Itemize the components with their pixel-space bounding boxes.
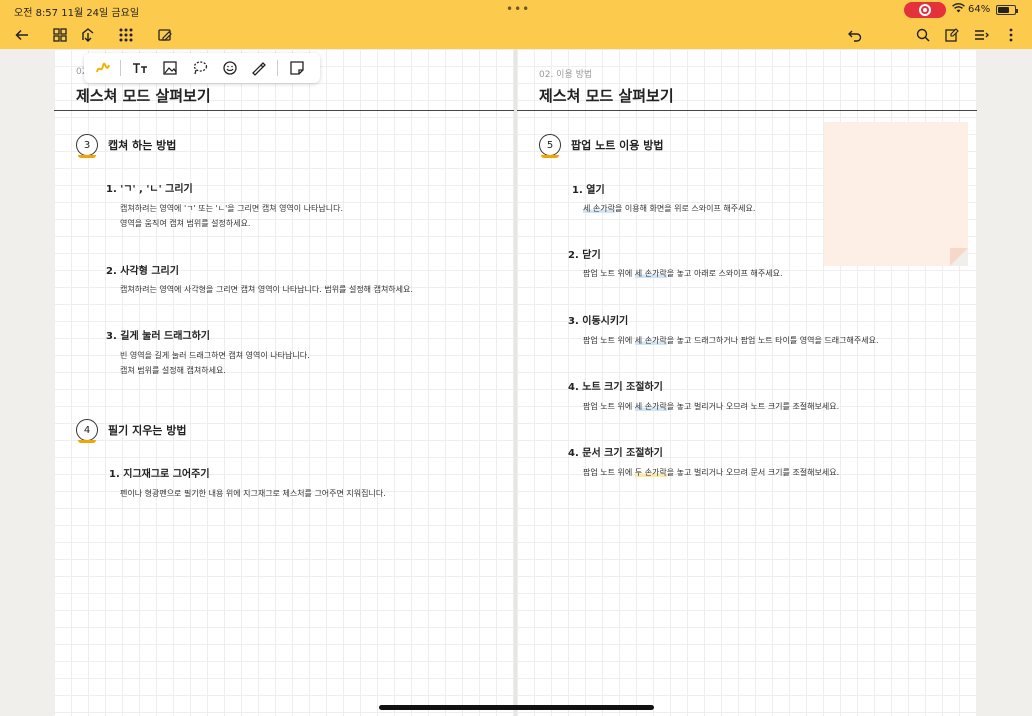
- back-icon[interactable]: [9, 20, 35, 49]
- subsection-title: 1. 'ㄱ' , 'ㄴ' 그리기: [106, 184, 193, 195]
- undo-icon[interactable]: [842, 20, 868, 49]
- title-divider: [517, 110, 977, 111]
- image-icon[interactable]: [160, 58, 180, 78]
- toolbar-divider: [120, 60, 121, 76]
- outline-icon[interactable]: [968, 20, 994, 49]
- title-divider: [54, 110, 514, 111]
- chapter-label: 02. 이용 방법: [539, 70, 593, 80]
- highlighter-icon[interactable]: [93, 58, 113, 78]
- section-title: 필기 지우는 방법: [108, 424, 187, 437]
- eraser-pen-icon[interactable]: [248, 58, 268, 78]
- highlighted-text: 세 손가락: [634, 269, 667, 278]
- subsection-desc: 팝업 노트 위에 세 손가락을 놓고 드래그하거나 팝업 노트 타이틀 영역을 …: [583, 336, 879, 345]
- sticky-note-fold: [950, 248, 968, 266]
- highlighted-text: 세 손가락: [634, 336, 667, 345]
- subsection-desc: 캡쳐하려는 영역에 'ㄱ' 또는 'ㄴ'을 그리면 캡쳐 영역이 나타납니다. …: [120, 201, 343, 231]
- section-header: 3 캡쳐 하는 방법: [76, 134, 177, 158]
- subsection-title: 4. 노트 크기 조절하기: [568, 382, 663, 393]
- page-icon[interactable]: [939, 20, 965, 49]
- left-page[interactable]: 02 제스쳐 모드 살펴보기 3 캡쳐 하는 방법 1. 'ㄱ' , 'ㄴ' 그…: [54, 49, 514, 716]
- desc-line: 영역을 움직여 캡쳐 범위를 설정하세요.: [120, 219, 251, 228]
- desc-line: 빈 영역을 길게 눌러 드래그하면 캡쳐 영역이 나타납니다.: [120, 351, 310, 360]
- search-icon[interactable]: [910, 20, 936, 49]
- pen-toolbar: [84, 53, 320, 83]
- sticker-icon[interactable]: [220, 58, 240, 78]
- screen-record-indicator[interactable]: [904, 2, 946, 18]
- subsection-title: 2. 닫기: [568, 250, 601, 261]
- thumbnails-icon[interactable]: [47, 20, 73, 49]
- record-icon: [919, 4, 931, 16]
- export-icon[interactable]: [75, 20, 101, 49]
- subsection-title: 3. 이동시키기: [568, 316, 629, 327]
- desc-line: 캡쳐 범위를 설정해 캡쳐하세요.: [120, 366, 226, 375]
- section-number: 4: [76, 419, 98, 443]
- subsection-desc: 빈 영역을 길게 눌러 드래그하면 캡쳐 영역이 나타납니다. 캡쳐 범위를 설…: [120, 348, 310, 378]
- more-icon[interactable]: [998, 20, 1024, 49]
- sticky-note[interactable]: [824, 122, 968, 266]
- highlighted-text: 두 손가락: [634, 468, 667, 477]
- desc-line: 캡쳐하려는 영역에 사각형을 그리면 캡쳐 영역이 나타납니다. 범위를 설정해…: [120, 285, 413, 294]
- text-icon[interactable]: [130, 58, 150, 78]
- home-indicator[interactable]: [379, 705, 654, 710]
- highlighted-text: 세 손가락: [634, 402, 667, 411]
- section-title: 캡쳐 하는 방법: [108, 139, 177, 152]
- subsection-desc: 세 손가락을 이용해 화면을 위로 스와이프 해주세요.: [583, 204, 756, 213]
- desc-line: 캡쳐하려는 영역에 'ㄱ' 또는 'ㄴ'을 그리면 캡쳐 영역이 나타납니다.: [120, 204, 344, 213]
- status-bar: 오전 8:57 11월 24일 금요일 ••• 64%: [0, 0, 1032, 20]
- subsection-desc: 팝업 노트 위에 세 손가락을 놓고 벌리거나 오므려 노트 크기를 조절해보세…: [583, 402, 840, 411]
- subsection-desc: 캡쳐하려는 영역에 사각형을 그리면 캡쳐 영역이 나타납니다. 범위를 설정해…: [120, 282, 413, 297]
- subsection-title: 3. 길게 눌러 드래그하기: [106, 331, 211, 342]
- page-title: 제스쳐 모드 살펴보기: [76, 87, 211, 105]
- highlighted-text: 세 손가락: [583, 204, 615, 213]
- lasso-icon[interactable]: [190, 58, 210, 78]
- section-number: 3: [76, 134, 98, 158]
- grid-icon[interactable]: [113, 20, 139, 49]
- page-title: 제스쳐 모드 살펴보기: [539, 87, 674, 105]
- subsection-title: 2. 사각형 그리기: [106, 266, 179, 277]
- subsection-title: 1. 지그재그로 그어주기: [109, 469, 210, 480]
- sticky-note-icon[interactable]: [287, 58, 307, 78]
- section-number: 5: [539, 134, 561, 158]
- section-title: 팝업 노트 이용 방법: [571, 139, 664, 152]
- app-toolbar: [0, 20, 1032, 49]
- subsection-title: 4. 문서 크기 조절하기: [568, 448, 663, 459]
- battery-percent: 64%: [968, 4, 991, 15]
- wifi-icon: [952, 3, 965, 16]
- subsection-desc: 팝업 노트 위에 두 손가락을 놓고 벌리거나 오므려 문서 크기를 조절해보세…: [583, 468, 840, 477]
- section-header: 5 팝업 노트 이용 방법: [539, 134, 664, 158]
- time-date: 오전 8:57 11월 24일 금요일: [14, 8, 140, 19]
- section-header: 4 필기 지우는 방법: [76, 419, 187, 443]
- toolbar-divider: [277, 60, 278, 76]
- subsection-desc: 펜이나 형광펜으로 필기한 내용 위에 지그재그로 제스처를 그어주면 지워집니…: [120, 486, 386, 501]
- subsection-desc: 팝업 노트 위에 세 손가락을 놓고 아래로 스와이프 해주세요.: [583, 269, 783, 278]
- pen-edit-icon[interactable]: [152, 20, 178, 49]
- multitask-dots[interactable]: •••: [506, 2, 530, 16]
- subsection-title: 1. 열기: [572, 185, 605, 196]
- battery-icon: [996, 5, 1018, 15]
- desc-line: 펜이나 형광펜으로 필기한 내용 위에 지그재그로 제스처를 그어주면 지워집니…: [120, 489, 386, 498]
